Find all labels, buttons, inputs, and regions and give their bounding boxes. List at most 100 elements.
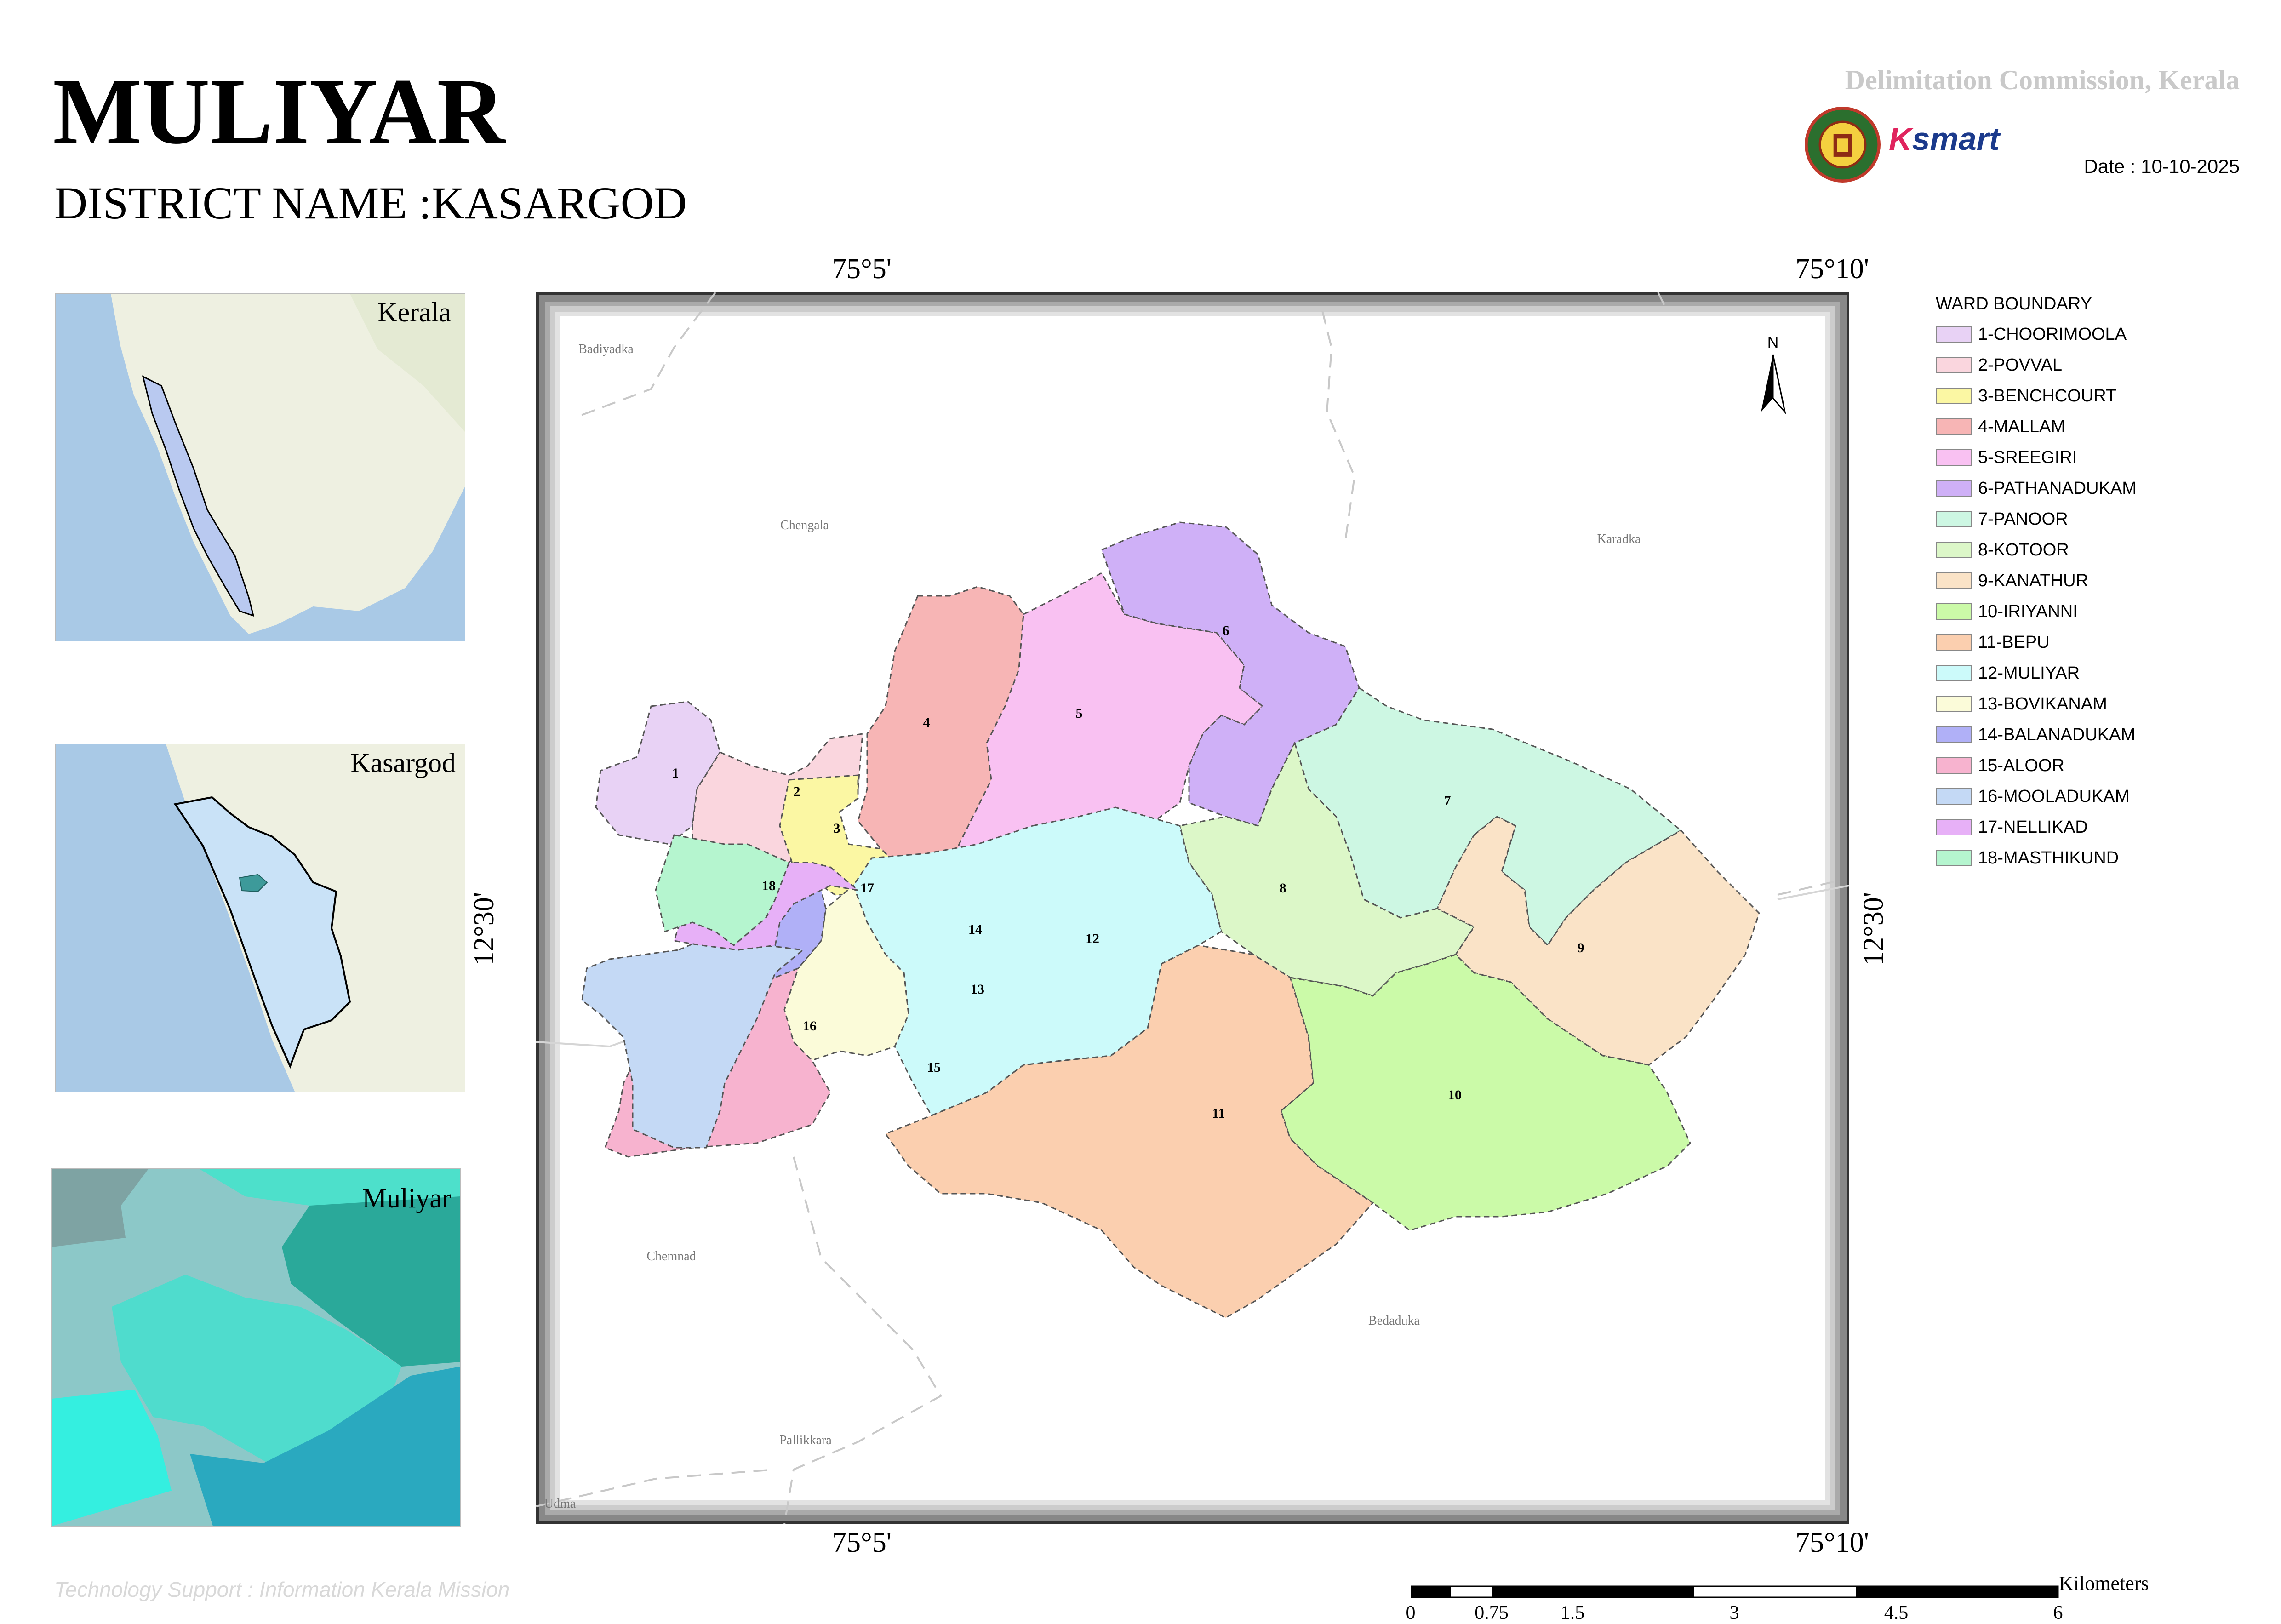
legend-label: 9-KANATHUR xyxy=(1978,571,2088,590)
legend-item: 14-BALANADUKAM xyxy=(1936,723,2135,746)
legend-label: 4-MALLAM xyxy=(1978,417,2066,436)
legend-label: 1-CHOORIMOOLA xyxy=(1978,324,2127,344)
ward-label-4: 4 xyxy=(923,715,930,730)
place-badiyadka: Badiyadka xyxy=(578,342,634,356)
legend-label: 5-SREEGIRI xyxy=(1978,447,2077,467)
place-karadka: Karadka xyxy=(1597,532,1641,546)
place-chengala: Chengala xyxy=(780,518,829,532)
legend-swatch xyxy=(1936,603,1972,620)
inset-kerala-map: Kerala xyxy=(55,293,465,641)
legend-swatch xyxy=(1936,634,1972,651)
ward-label-8: 8 xyxy=(1280,881,1286,896)
legend-swatch xyxy=(1936,572,1972,589)
scale-unit: Kilometers xyxy=(2059,1572,2149,1595)
muliyar-inset-graphic xyxy=(52,1169,460,1526)
scale-tick-label: 3 xyxy=(1729,1602,1739,1624)
scale-tick-label: 0 xyxy=(1406,1602,1416,1624)
ward-label-11: 11 xyxy=(1212,1106,1225,1121)
ward-polygons xyxy=(581,521,1760,1319)
ksmart-rest: smart xyxy=(1912,121,2000,157)
place-pallikkara: Pallikkara xyxy=(779,1433,832,1447)
ward-label-13: 13 xyxy=(971,982,984,997)
ward-label-5: 5 xyxy=(1076,706,1083,721)
legend-item: 5-SREEGIRI xyxy=(1936,446,2077,469)
legend-swatch xyxy=(1936,511,1972,527)
ward-label-18: 18 xyxy=(762,878,776,893)
legend-label: 10-IRIYANNI xyxy=(1978,601,2078,621)
place-udma: Udma xyxy=(544,1497,576,1511)
legend-swatch xyxy=(1936,757,1972,774)
legend-item: 15-ALOOR xyxy=(1936,754,2064,777)
legend-swatch xyxy=(1936,480,1972,497)
legend-item: 4-MALLAM xyxy=(1936,415,2065,438)
inset-kerala-label: Kerala xyxy=(377,297,451,327)
legend-label: 15-ALOOR xyxy=(1978,755,2064,775)
map-date: Date : 10-10-2025 xyxy=(2084,155,2240,177)
ward-label-10: 10 xyxy=(1448,1087,1462,1103)
legend-label: 13-BOVIKANAM xyxy=(1978,694,2107,714)
legend-label: 7-PANOOR xyxy=(1978,509,2068,529)
legend-label: 12-MULIYAR xyxy=(1978,663,2080,683)
scale-tick-label: 1.5 xyxy=(1560,1602,1585,1624)
legend-swatch xyxy=(1936,788,1972,805)
inset-kasargod-label: Kasargod xyxy=(350,748,456,778)
legend-item: 13-BOVIKANAM xyxy=(1936,692,2107,715)
legend-label: 6-PATHANADUKAM xyxy=(1978,478,2137,498)
legend-label: 3-BENCHCOURT xyxy=(1978,386,2117,406)
coord-bottom-right: 75°10' xyxy=(1795,1527,1869,1558)
ward-label-17: 17 xyxy=(860,881,874,896)
north-arrow-icon: N xyxy=(1761,334,1786,415)
ksmart-logo: Ksmart xyxy=(1889,120,2000,157)
scale-tick-label: 0.75 xyxy=(1475,1602,1509,1624)
legend-label: 11-BEPU xyxy=(1978,632,2050,652)
inset-muliyar-label: Muliyar xyxy=(362,1183,451,1213)
ward-label-9: 9 xyxy=(1578,940,1584,955)
legend-title: WARD BOUNDARY xyxy=(1936,294,2092,314)
place-chemnad: Chemnad xyxy=(646,1249,696,1264)
legend-item: 18-MASTHIKUND xyxy=(1936,846,2119,869)
scale-bar xyxy=(1411,1585,2059,1598)
ward-label-1: 1 xyxy=(672,766,679,781)
legend-label: 18-MASTHIKUND xyxy=(1978,848,2119,868)
coord-top-left: 75°5' xyxy=(832,253,892,285)
ward-label-15: 15 xyxy=(927,1060,941,1075)
legend-swatch xyxy=(1936,819,1972,835)
legend-item: 16-MOOLADUKAM xyxy=(1936,785,2129,808)
legend-label: 8-KOTOOR xyxy=(1978,540,2069,560)
legend-label: 2-POVVAL xyxy=(1978,355,2063,375)
legend-item: 6-PATHANADUKAM xyxy=(1936,477,2137,500)
inset-kasargod-map: Kasargod xyxy=(55,744,465,1092)
legend-item: 3-BENCHCOURT xyxy=(1936,384,2116,407)
legend-swatch xyxy=(1936,326,1972,343)
main-ward-map: 1 2 3 4 5 6 7 8 9 10 11 12 13 14 15 16 1… xyxy=(536,292,1849,1524)
legend-swatch xyxy=(1936,388,1972,404)
legend-swatch xyxy=(1936,542,1972,558)
ward-label-2: 2 xyxy=(794,784,800,799)
legend-swatch xyxy=(1936,726,1972,743)
ward-label-6: 6 xyxy=(1223,623,1229,638)
legend-label: 17-NELLIKAD xyxy=(1978,817,2088,837)
ward-label-14: 14 xyxy=(968,922,982,937)
map-title: MULIYAR xyxy=(53,59,505,164)
legend-label: 16-MOOLADUKAM xyxy=(1978,786,2130,806)
kerala-map-graphic xyxy=(56,294,465,641)
legend-item: 12-MULIYAR xyxy=(1936,662,2080,685)
scale-tick-label: 6 xyxy=(2053,1602,2063,1624)
coord-left-lat: 12°30' xyxy=(469,892,500,966)
north-label: N xyxy=(1767,334,1779,351)
legend-item: 8-KOTOOR xyxy=(1936,538,2069,561)
legend-swatch xyxy=(1936,449,1972,466)
legend-item: 1-CHOORIMOOLA xyxy=(1936,323,2127,346)
legend-swatch xyxy=(1936,418,1972,435)
ksmart-k: K xyxy=(1889,121,1912,157)
legend-swatch xyxy=(1936,696,1972,712)
legend-swatch xyxy=(1936,850,1972,866)
legend-item: 10-IRIYANNI xyxy=(1936,600,2078,623)
legend-swatch xyxy=(1936,665,1972,681)
legend-item: 11-BEPU xyxy=(1936,631,2050,654)
ward-label-3: 3 xyxy=(834,821,840,836)
legend-label: 14-BALANADUKAM xyxy=(1978,725,2136,744)
inset-muliyar-map: Muliyar xyxy=(51,1168,461,1527)
kasargod-map-graphic xyxy=(56,744,465,1092)
ward-label-7: 7 xyxy=(1444,793,1451,808)
